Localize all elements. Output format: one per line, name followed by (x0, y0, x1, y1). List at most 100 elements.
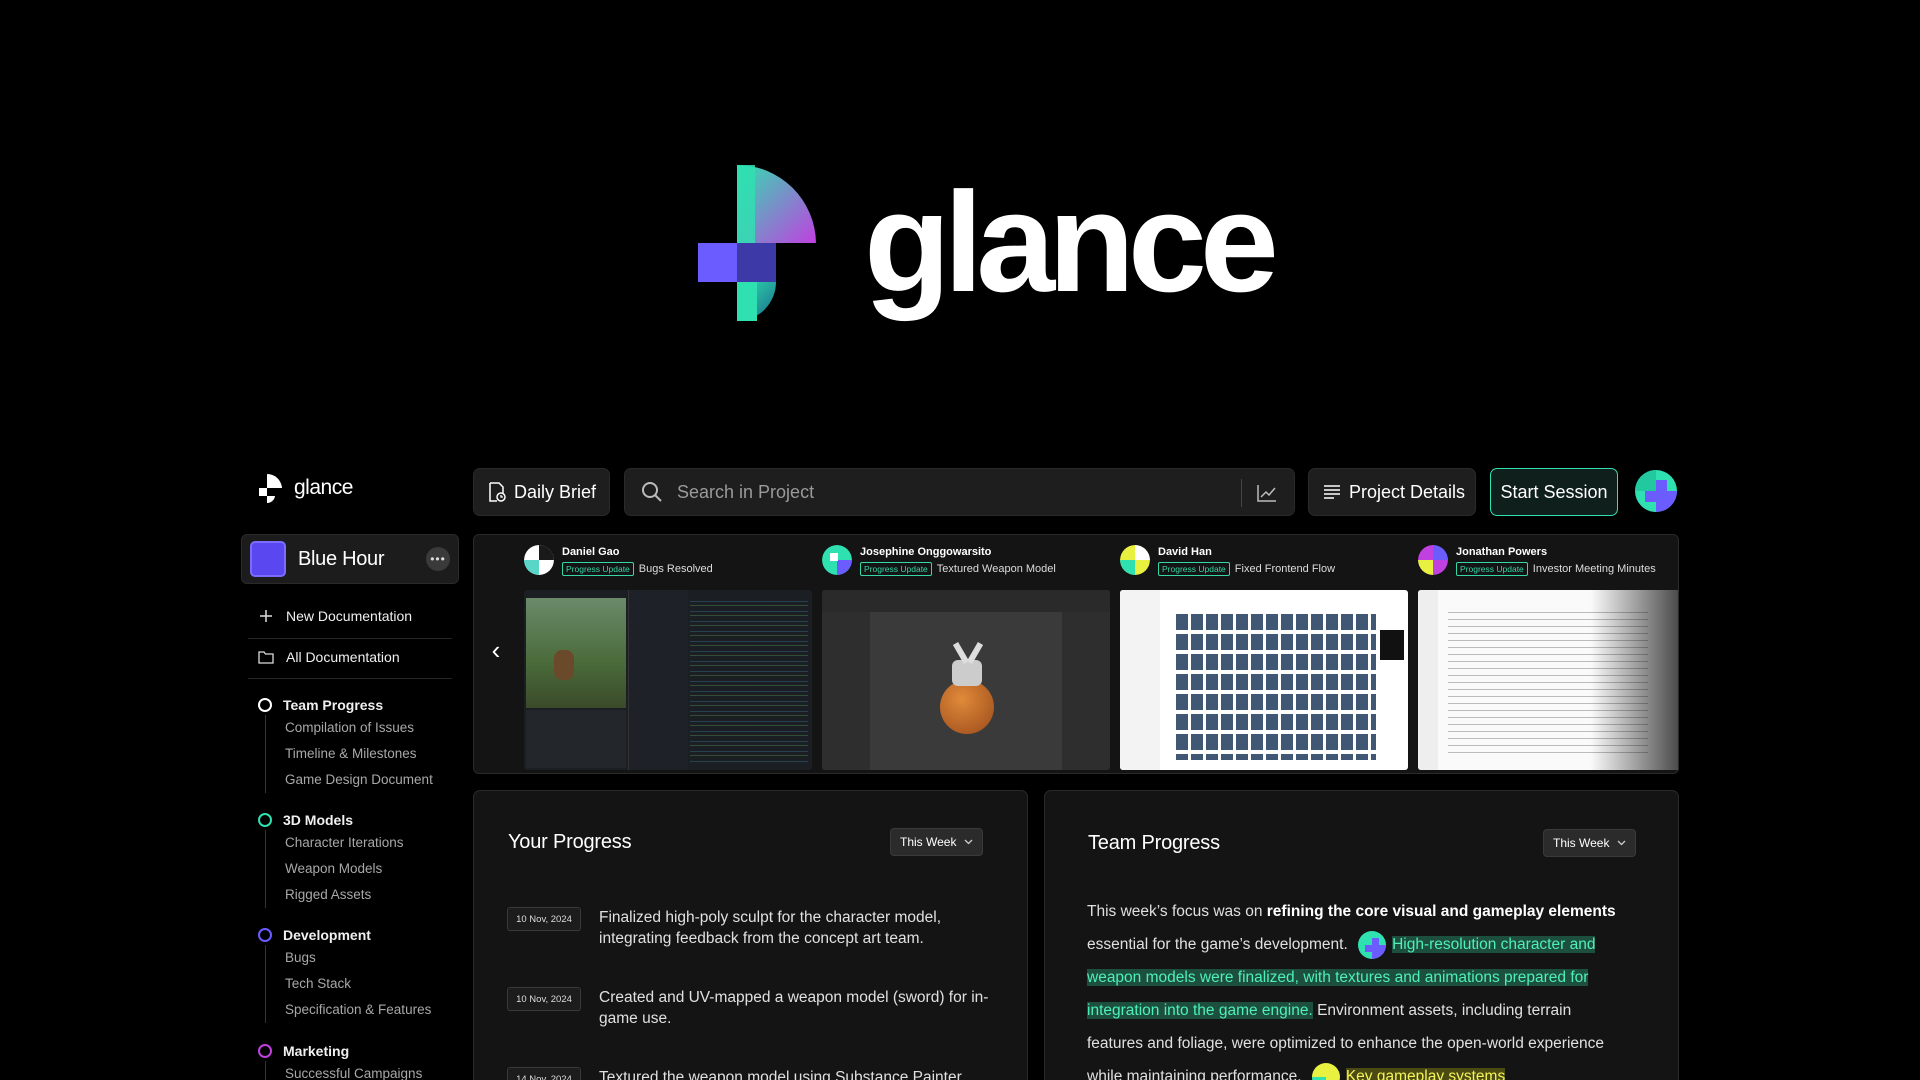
summary-text: This week’s focus was on (1087, 903, 1267, 920)
sidebar-item[interactable]: Specification & Features (285, 997, 431, 1023)
ring-icon (258, 698, 272, 712)
more-options-button[interactable]: ••• (426, 547, 450, 571)
avatar (1358, 930, 1387, 959)
chart-icon[interactable] (1256, 483, 1278, 503)
panel-title: Team Progress (1088, 832, 1220, 854)
nav-group-header[interactable]: 3D Models (258, 810, 404, 830)
nav-group-items: Character Iterations Weapon Models Rigge… (265, 830, 404, 908)
update-card[interactable]: Jonathan Powers Progress Update Investor … (1418, 545, 1678, 770)
divider (248, 638, 452, 639)
updates-carousel: ‹ › Daniel Gao Progress UpdateBugs Resol… (473, 534, 1679, 774)
nav-group-items: Bugs Tech Stack Specification & Features (265, 945, 431, 1023)
design-tool-screenshot (1120, 590, 1408, 770)
avatar (1418, 545, 1448, 575)
3d-modeling-screenshot (822, 590, 1110, 770)
project-switcher[interactable]: Blue Hour ••• (241, 534, 459, 584)
nav-group-title: Development (283, 927, 371, 943)
card-author: Josephine Onggowarsito (860, 546, 992, 558)
entry-text: Created and UV-mapped a weapon model (sw… (599, 989, 989, 1027)
hero-wordmark: glance (864, 163, 1279, 322)
sidebar-item[interactable]: Game Design Document (285, 767, 433, 793)
ring-icon (258, 1044, 272, 1058)
status-badge: Progress Update (562, 562, 634, 576)
summary-text: essential for the game’s development. (1087, 936, 1348, 953)
card-title: Investor Meeting Minutes (1532, 563, 1656, 575)
week-filter-dropdown[interactable]: This Week (1543, 829, 1637, 857)
all-documentation-button[interactable]: All Documentation (258, 649, 400, 665)
brand[interactable]: glance (258, 473, 353, 503)
document-clock-icon (489, 482, 506, 502)
chevron-left-icon[interactable]: ‹ (486, 635, 506, 665)
sidebar-item[interactable]: Character Iterations (285, 830, 404, 856)
card-header: Josephine Onggowarsito Progress Update Te… (822, 545, 1110, 585)
card-header: David Han Progress Update Fixed Frontend … (1120, 545, 1408, 585)
chevron-down-icon (1618, 840, 1626, 846)
nav-group-header[interactable]: Development (258, 925, 431, 945)
list-icon (1324, 485, 1340, 499)
new-documentation-label: New Documentation (286, 608, 413, 624)
glance-logo-icon (259, 473, 282, 503)
sidebar-item[interactable]: Rigged Assets (285, 882, 404, 908)
update-card[interactable]: Josephine Onggowarsito Progress Update Te… (822, 545, 1110, 770)
card-author: Daniel Gao (562, 546, 620, 558)
entry-text: Textured the weapon model using Substanc… (599, 1069, 962, 1080)
card-title: Bugs Resolved (638, 563, 713, 575)
entry-text: Finalized high-poly sculpt for the chara… (599, 909, 942, 947)
summary-bold: refining the core visual and gameplay el… (1266, 903, 1616, 920)
hero-banner: glance (0, 0, 1920, 440)
progress-entry: 10 Nov, 2024 Created and UV-mapped a wea… (507, 987, 997, 1029)
nav-group-title: 3D Models (283, 812, 354, 828)
search-bar[interactable] (624, 468, 1295, 516)
nav-group-header[interactable]: Marketing (258, 1041, 422, 1061)
card-author: Jonathan Powers (1456, 546, 1548, 558)
card-title: Fixed Frontend Flow (1234, 563, 1336, 575)
week-filter-label: This Week (900, 835, 957, 849)
nav-group-marketing: Marketing Successful Campaigns (258, 1041, 422, 1080)
card-title: Textured Weapon Model (936, 563, 1056, 575)
project-color-swatch (250, 541, 286, 577)
nav-group-title: Team Progress (283, 697, 384, 713)
nav-group-3d-models: 3D Models Character Iterations Weapon Mo… (258, 810, 404, 908)
search-icon (642, 482, 662, 502)
team-progress-panel: Team Progress This Week This week’s focu… (1044, 790, 1679, 1080)
card-header: Jonathan Powers Progress Update Investor … (1418, 545, 1678, 585)
nav-group-header[interactable]: Team Progress (258, 695, 433, 715)
avatar (822, 545, 852, 575)
sidebar-item[interactable]: Successful Campaigns (285, 1061, 422, 1080)
daily-brief-label: Daily Brief (514, 481, 597, 502)
avatar (524, 545, 554, 575)
update-card[interactable]: Daniel Gao Progress Update Bugs Resolved (524, 545, 812, 770)
divider (248, 678, 452, 679)
date-chip: 10 Nov, 2024 (507, 987, 581, 1011)
folder-icon (258, 651, 274, 664)
brand-name: glance (294, 476, 353, 499)
search-input[interactable] (677, 481, 1237, 503)
start-session-button[interactable]: Start Session (1490, 468, 1618, 516)
sidebar-item[interactable]: Compilation of Issues (285, 715, 433, 741)
avatar (1120, 545, 1150, 575)
date-chip: 10 Nov, 2024 (507, 907, 581, 931)
glance-logo-icon (698, 165, 816, 321)
chevron-down-icon (965, 839, 973, 845)
sidebar-item[interactable]: Timeline & Milestones (285, 741, 433, 767)
sidebar-item[interactable]: Tech Stack (285, 971, 431, 997)
status-badge: Progress Update (1158, 562, 1230, 576)
nav-group-team-progress: Team Progress Compilation of Issues Time… (258, 695, 433, 793)
user-avatar[interactable] (1635, 470, 1677, 512)
avatar (1311, 1062, 1340, 1080)
update-card[interactable]: David Han Progress Update Fixed Frontend … (1120, 545, 1408, 770)
highlight-yellow[interactable]: Key gameplay systems (1345, 1068, 1506, 1080)
game-editor-screenshot (524, 590, 812, 770)
divider (1241, 479, 1242, 507)
new-documentation-button[interactable]: New Documentation (258, 608, 412, 624)
status-badge: Progress Update (1456, 562, 1528, 576)
project-details-button[interactable]: Project Details (1308, 468, 1476, 516)
sidebar-item[interactable]: Weapon Models (285, 856, 404, 882)
week-filter-dropdown[interactable]: This Week (890, 828, 984, 856)
sidebar-item[interactable]: Bugs (285, 945, 431, 971)
progress-entry: 14 Nov, 2024 Textured the weapon model u… (507, 1067, 997, 1080)
card-header: Daniel Gao Progress Update Bugs Resolved (524, 545, 812, 585)
document-screenshot (1418, 590, 1678, 770)
panel-title: Your Progress (508, 831, 632, 853)
daily-brief-button[interactable]: Daily Brief (473, 468, 610, 516)
